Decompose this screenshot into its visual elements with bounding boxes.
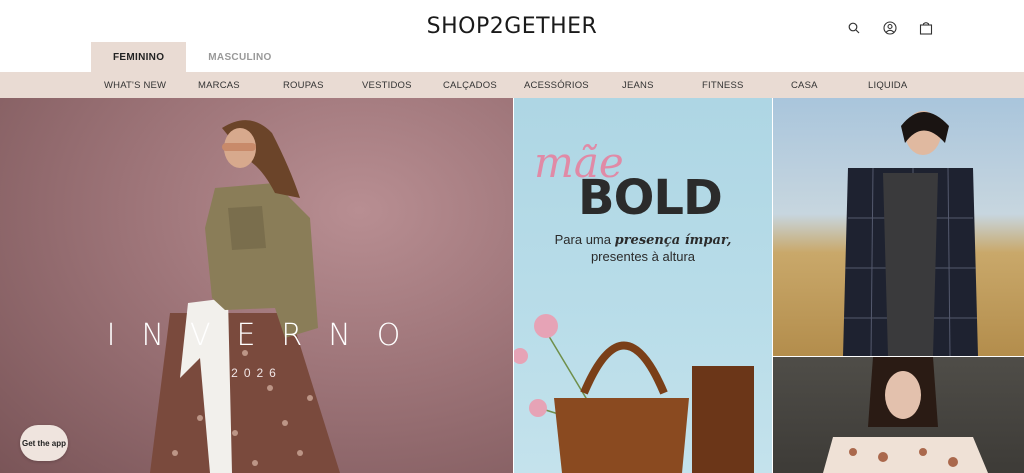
nav-item-roupas[interactable]: ROUPAS [283, 72, 324, 98]
hero-banner-print[interactable] [773, 357, 1024, 473]
nav-item-liquida[interactable]: LIQUIDA [868, 72, 907, 98]
hero-banner-mae-bold[interactable]: mãe BOLD Para uma presença ímpar, presen… [514, 98, 772, 473]
nav-item-marcas[interactable]: MARCAS [198, 72, 240, 98]
tab-feminino[interactable]: FEMININO [91, 42, 187, 72]
nav-item-jeans[interactable]: JEANS [622, 72, 654, 98]
nav-item-calcados[interactable]: CALÇADOS [443, 72, 497, 98]
nav-item-vestidos[interactable]: VESTIDOS [362, 72, 412, 98]
site-header: SHOP2GETHER [0, 0, 1024, 42]
print-model-illustration [823, 357, 988, 473]
gender-tabs: FEMININO MASCULINO [91, 42, 294, 72]
hero-title: INVERNO [106, 318, 427, 353]
hero-banner-inverno[interactable]: INVERNO 2026 [0, 98, 513, 473]
tab-masculino[interactable]: MASCULINO [186, 42, 293, 72]
hero-banner-coat[interactable] [773, 98, 1024, 356]
get-the-app-button[interactable]: Get the app [20, 425, 68, 461]
nav-item-fitness[interactable]: FITNESS [702, 72, 744, 98]
bag-icon[interactable] [918, 20, 934, 36]
nav-item-casa[interactable]: CASA [791, 72, 818, 98]
bag-and-boots-illustration [514, 314, 754, 473]
hero-year: 2026 [231, 366, 282, 380]
model-illustration [150, 120, 340, 473]
nav-item-acessorios[interactable]: ACESSÓRIOS [524, 72, 589, 98]
search-icon[interactable] [846, 20, 862, 36]
account-icon[interactable] [882, 20, 898, 36]
header-icons [846, 20, 934, 36]
coat-model-illustration [843, 111, 978, 356]
nav-item-whats-new[interactable]: WHAT'S NEW [104, 72, 166, 98]
category-nav: WHAT'S NEW MARCAS ROUPAS VESTIDOS CALÇAD… [0, 72, 1024, 98]
